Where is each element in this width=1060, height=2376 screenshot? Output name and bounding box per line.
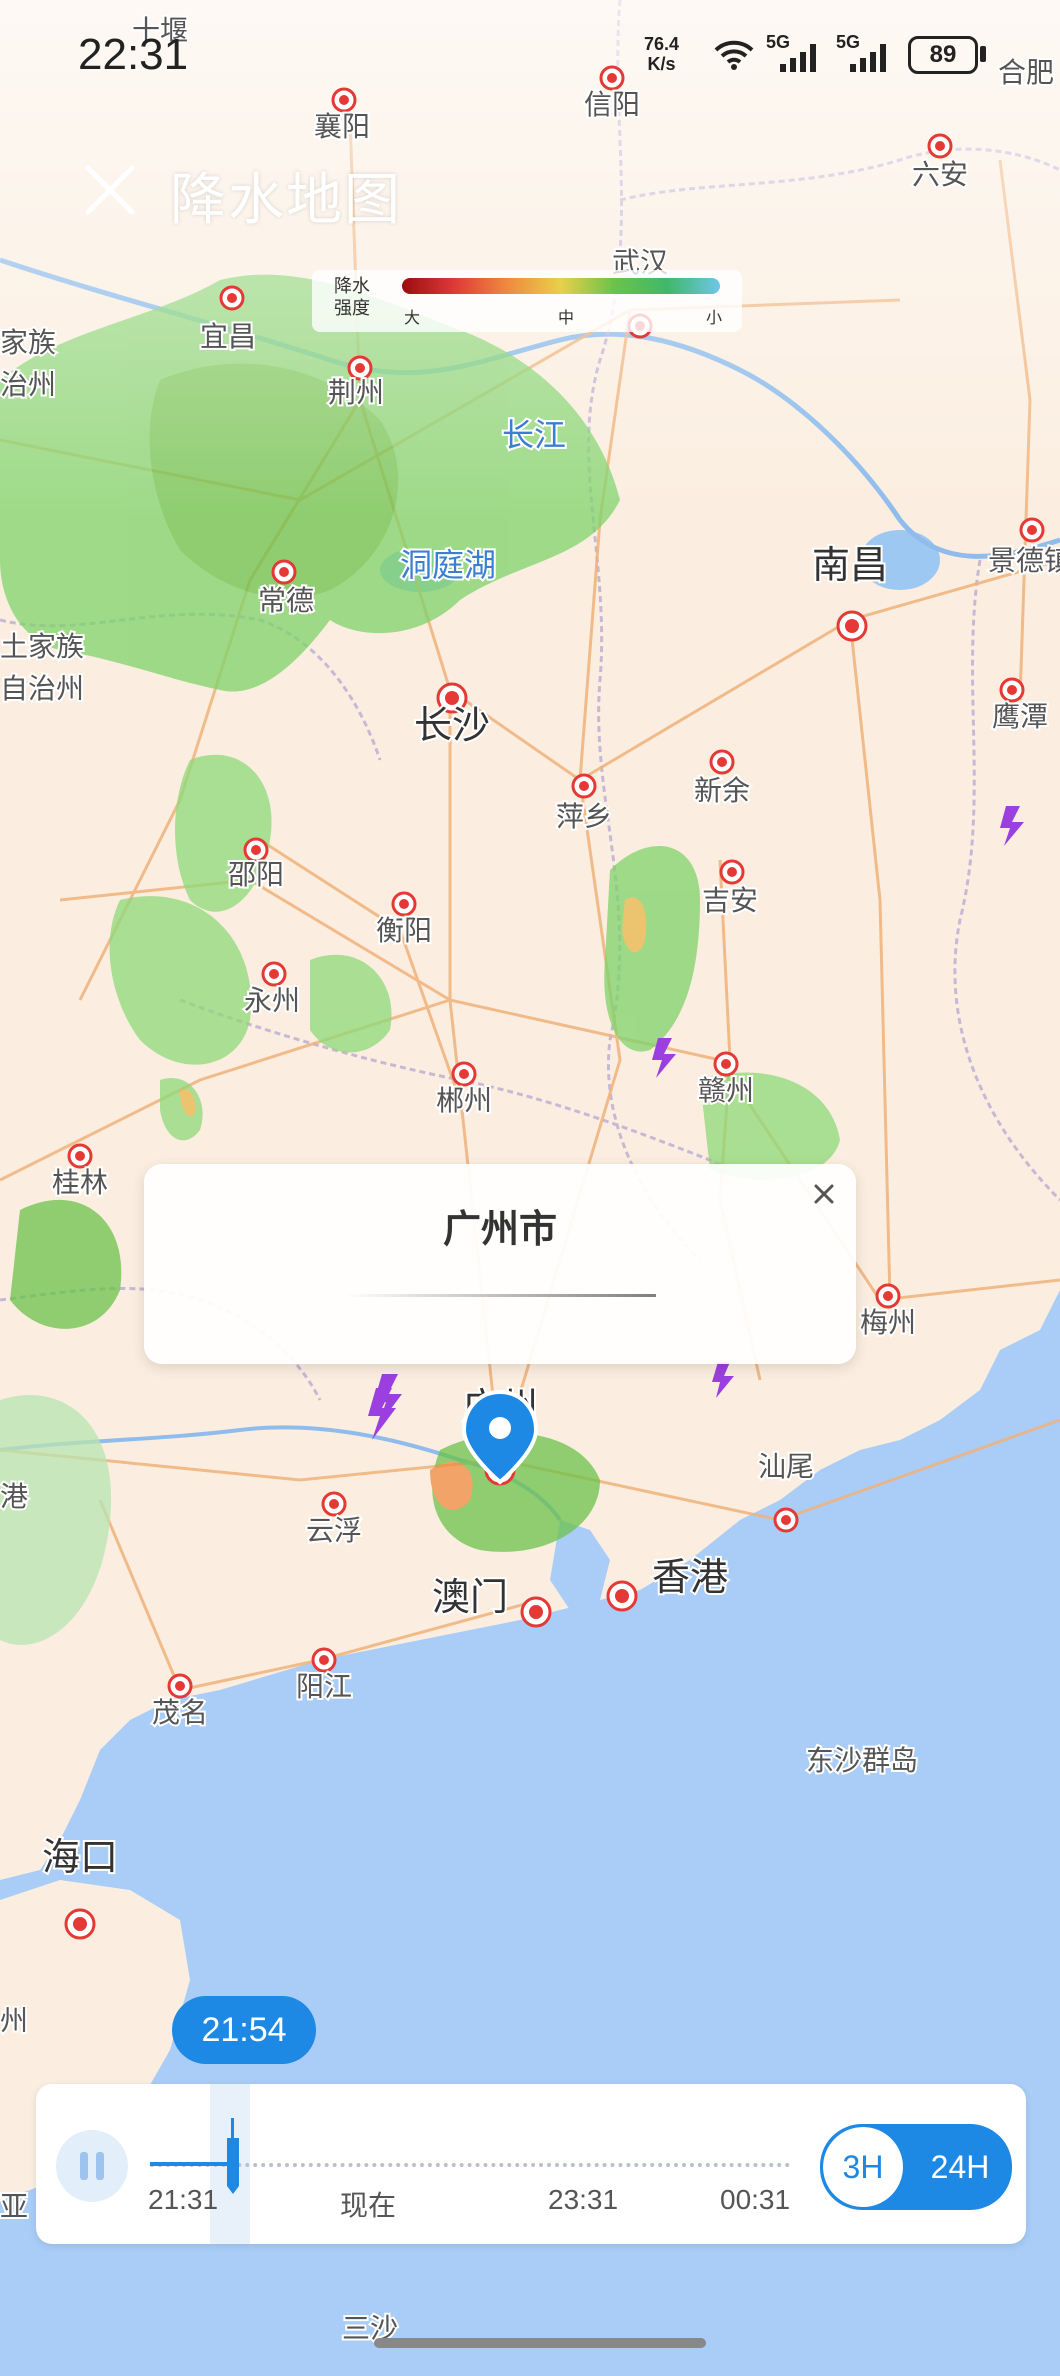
timeline-handle[interactable]	[223, 2118, 243, 2198]
city-label: 港	[0, 1480, 28, 1513]
city-marker	[927, 133, 953, 159]
pause-icon	[80, 2152, 88, 2180]
city-marker	[606, 1580, 638, 1612]
wifi-icon	[714, 40, 754, 70]
city-label: 常德	[258, 584, 314, 617]
timeline-tick: 现在	[340, 2190, 397, 2221]
city-marker	[773, 1507, 799, 1533]
battery-indicator: 89	[908, 36, 978, 74]
city-label: 六安	[912, 158, 968, 191]
city-marker	[571, 773, 597, 799]
signal-strength-icon	[780, 44, 816, 72]
city-label: 亚	[0, 2190, 28, 2223]
city-marker	[271, 559, 297, 585]
city-marker	[391, 891, 417, 917]
pause-icon	[96, 2152, 104, 2180]
city-marker	[713, 1051, 739, 1077]
city-marker	[311, 1647, 337, 1673]
legend-color-bar	[402, 278, 720, 294]
legend-tick-medium: 中	[558, 308, 575, 327]
city-label: 治州	[0, 368, 56, 401]
city-marker	[875, 1283, 901, 1309]
network-speed-unit: K/s	[647, 54, 676, 74]
timeline-tick: 23:31	[548, 2184, 619, 2215]
city-marker	[219, 285, 245, 311]
city-label: 桂林	[52, 1166, 108, 1199]
city-label: 长江	[502, 416, 566, 454]
city-label: 邵阳	[228, 858, 284, 891]
city-label: 家族	[0, 326, 56, 359]
city-label: 云浮	[306, 1514, 362, 1547]
city-label: 香港	[652, 1555, 728, 1599]
timeline-progress	[150, 2162, 234, 2166]
city-label: 梅州	[860, 1306, 916, 1339]
city-label: 东沙群岛	[806, 1744, 918, 1777]
city-label: 吉安	[702, 884, 758, 917]
city-label: 州	[0, 2004, 28, 2037]
city-label: 新余	[694, 774, 750, 807]
status-bar: 22:31 76.4 K/s 5G 5G 89	[0, 0, 1060, 110]
city-marker	[261, 961, 287, 987]
city-marker	[451, 1061, 477, 1087]
range-option-3h[interactable]: 3H	[823, 2127, 903, 2207]
city-marker	[836, 610, 868, 642]
city-marker	[167, 1673, 193, 1699]
city-label: 宜昌	[200, 320, 256, 353]
city-label: 洞庭湖	[400, 546, 496, 584]
network-speed: 76.4 K/s	[644, 34, 679, 74]
city-label: 衡阳	[376, 914, 432, 947]
city-marker	[321, 1491, 347, 1517]
city-label: 澳门	[432, 1575, 508, 1619]
city-label: 襄阳	[314, 110, 370, 143]
city-marker	[1019, 517, 1045, 543]
popup-rain-trend	[344, 1294, 656, 1297]
precipitation-legend: 降水强度 大 中 小	[312, 270, 742, 332]
city-label: 茂名	[152, 1696, 208, 1729]
city-marker	[520, 1596, 552, 1628]
city-label: 南昌	[812, 543, 888, 587]
city-label: 土家族	[0, 630, 84, 663]
current-time-bubble: 21:54	[172, 1996, 316, 2064]
legend-title: 降水强度	[334, 276, 370, 319]
pause-button[interactable]	[56, 2130, 128, 2202]
city-label: 长沙	[414, 703, 490, 747]
city-label: 鹰潭	[992, 700, 1048, 733]
city-label: 永州	[244, 984, 300, 1017]
city-label: 自治州	[0, 672, 84, 705]
city-marker	[67, 1143, 93, 1169]
city-marker	[999, 677, 1025, 703]
timeline-tick: 21:31	[148, 2184, 219, 2215]
location-popup[interactable]: 广州市	[144, 1164, 856, 1364]
city-label: 景德镇	[988, 544, 1060, 577]
home-indicator[interactable]	[374, 2338, 706, 2348]
battery-cap	[980, 46, 986, 62]
city-label: 荆州	[328, 376, 384, 409]
legend-tick-light: 小	[706, 308, 723, 327]
close-icon[interactable]	[806, 1176, 842, 1212]
city-marker	[709, 749, 735, 775]
status-time: 22:31	[78, 30, 189, 79]
city-label: 萍乡	[556, 800, 612, 833]
city-marker	[719, 859, 745, 885]
city-marker	[64, 1908, 96, 1940]
city-label: 汕尾	[758, 1450, 814, 1483]
timeline-tick: 00:31	[720, 2184, 791, 2215]
close-icon[interactable]	[80, 160, 140, 220]
range-option-24h[interactable]: 24H	[911, 2127, 1009, 2207]
timeline-track[interactable]	[150, 2163, 790, 2167]
popup-title: 广州市	[442, 1207, 557, 1251]
range-toggle[interactable]: 3H 24H	[820, 2124, 1012, 2210]
legend-tick-heavy: 大	[404, 308, 421, 327]
city-label: 郴州	[436, 1084, 492, 1117]
city-label: 阳江	[296, 1670, 352, 1703]
page-title: 降水地图	[170, 168, 402, 233]
signal-strength-icon	[850, 44, 886, 72]
network-speed-value: 76.4	[644, 34, 680, 54]
city-label: 海口	[42, 1835, 118, 1879]
city-label: 赣州	[698, 1074, 754, 1107]
